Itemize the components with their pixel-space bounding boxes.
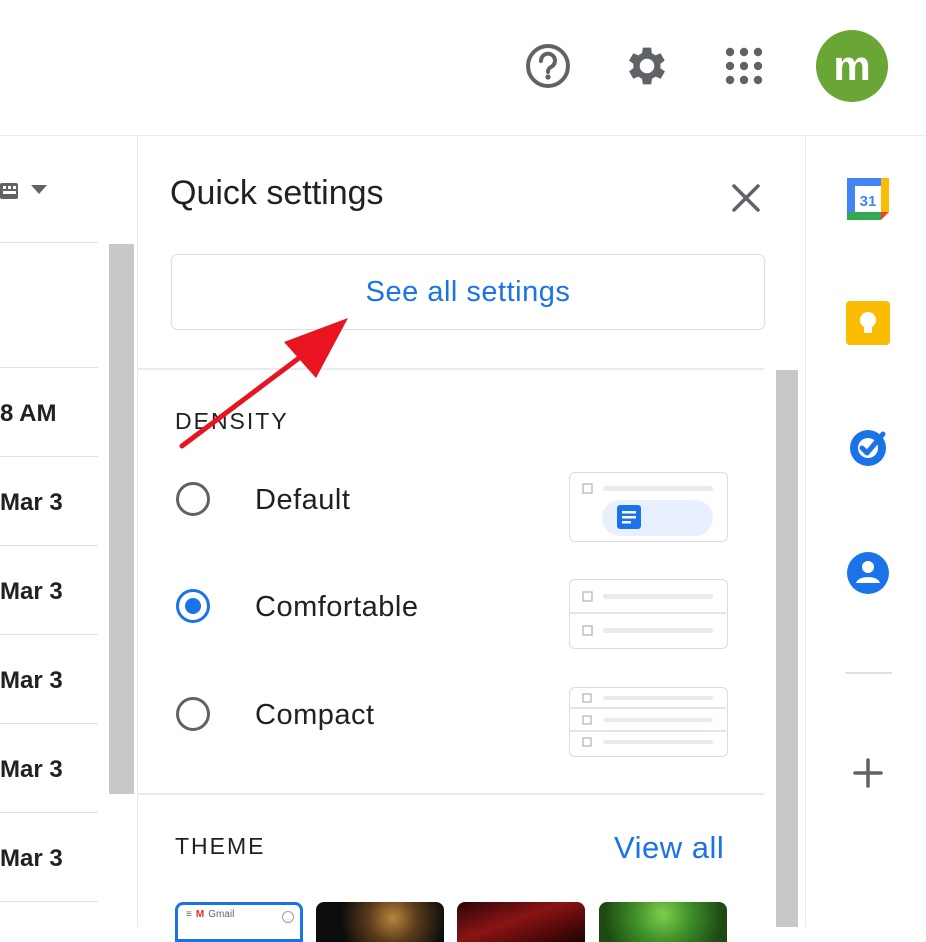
radio-compact[interactable]	[176, 697, 210, 731]
density-label: DENSITY	[175, 408, 289, 434]
list-item[interactable]: 8 AM	[0, 367, 98, 456]
mail-date: Mar 3	[0, 667, 63, 694]
radio-comfortable[interactable]	[176, 589, 210, 623]
density-option-label: Comfortable	[255, 591, 419, 623]
view-all-themes-link[interactable]: View all	[614, 830, 724, 866]
density-preview-default[interactable]	[569, 472, 728, 542]
density-preview-compact[interactable]	[569, 687, 728, 757]
search-icon	[282, 911, 294, 923]
divider	[138, 368, 764, 370]
side-panel-apps: 31	[805, 136, 926, 927]
density-option-comfortable[interactable]: Comfortable	[176, 579, 736, 649]
density-option-default[interactable]: Default	[176, 472, 736, 542]
contacts-icon[interactable]	[845, 550, 891, 596]
svg-text:31: 31	[860, 193, 877, 210]
divider	[138, 793, 764, 795]
list-item[interactable]: Mar 3	[0, 634, 98, 723]
close-button[interactable]	[726, 178, 766, 218]
keyboard-icon	[0, 183, 47, 199]
list-item[interactable]: Mar 3	[0, 812, 98, 901]
density-option-compact[interactable]: Compact	[176, 687, 736, 757]
keep-icon[interactable]	[845, 300, 891, 346]
mail-list-scrollbar[interactable]	[109, 244, 134, 794]
add-icon[interactable]	[845, 750, 891, 796]
gmail-logo-icon: M	[195, 909, 205, 920]
panel-scrollbar[interactable]	[776, 370, 798, 927]
density-option-label: Default	[255, 484, 351, 516]
avatar[interactable]: m	[816, 30, 888, 102]
close-icon	[732, 184, 760, 212]
theme-label: THEME	[175, 833, 266, 859]
gear-icon[interactable]	[621, 40, 673, 92]
radio-default[interactable]	[176, 482, 210, 516]
chevron-down-icon	[31, 185, 47, 194]
theme-thumb-2[interactable]	[316, 902, 444, 942]
quick-settings-panel: Quick settings See all settings DENSITY …	[137, 136, 806, 942]
density-option-label: Compact	[255, 699, 375, 731]
mail-date: Mar 3	[0, 756, 63, 783]
tasks-icon[interactable]	[845, 424, 891, 470]
list-item[interactable]: Mar 3	[0, 545, 98, 634]
theme-thumb-label: Gmail	[208, 909, 235, 920]
mail-date: Mar 3	[0, 578, 63, 605]
menu-icon: ≡	[186, 909, 192, 920]
theme-thumb-3[interactable]	[457, 902, 585, 942]
theme-thumb-default[interactable]: ≡ M Gmail	[175, 902, 303, 942]
mail-date: Mar 3	[0, 489, 63, 516]
avatar-letter: m	[833, 42, 871, 89]
list-item[interactable]: Mar 3	[0, 456, 98, 545]
list-item[interactable]	[0, 242, 98, 331]
calendar-icon[interactable]: 31	[845, 176, 891, 222]
divider	[845, 672, 892, 674]
list-item[interactable]	[0, 901, 98, 928]
mail-date: Mar 3	[0, 845, 63, 872]
list-item[interactable]: Mar 3	[0, 723, 98, 812]
input-tools-dropdown[interactable]	[0, 179, 56, 203]
apps-grid-icon[interactable]	[718, 40, 770, 92]
see-all-settings-button[interactable]: See all settings	[171, 254, 765, 330]
mail-date: 8 AM	[0, 400, 57, 427]
panel-title: Quick settings	[170, 174, 384, 212]
help-circle-icon[interactable]	[522, 40, 574, 92]
density-preview-comfortable[interactable]	[569, 579, 728, 649]
top-bar: m	[0, 0, 926, 136]
theme-thumb-4[interactable]	[599, 902, 727, 942]
